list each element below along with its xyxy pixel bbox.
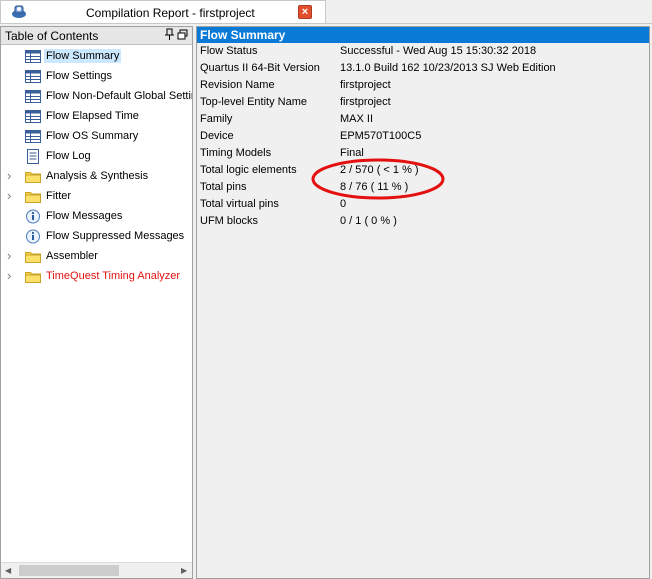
table-row: Quartus II 64-Bit Version 13.1.0 Build 16… [197, 61, 649, 78]
table-row: Revision Name firstproject [197, 78, 649, 95]
table-row: Flow Status Successful - Wed Aug 15 15:30… [197, 44, 649, 61]
row-value: 13.1.0 Build 162 10/23/2013 SJ Web Editi… [340, 62, 556, 74]
row-key: Total pins [200, 181, 247, 193]
table-icon [25, 89, 41, 104]
toc-item[interactable]: Flow OS Summary [1, 127, 192, 147]
row-key: Top-level Entity Name [200, 96, 307, 108]
chevron-right-icon[interactable]: › [7, 269, 15, 282]
report-header: Flow Summary [197, 27, 649, 43]
toc-item-label: Flow Elapsed Time [46, 110, 139, 122]
toc-item[interactable]: Flow Log [1, 147, 192, 167]
toc-item-label: Flow Settings [46, 70, 113, 82]
tab-title: Compilation Report - firstproject [86, 6, 255, 20]
toc-item[interactable]: › Fitter [1, 187, 192, 207]
toc-item-label: Assembler [46, 250, 98, 262]
row-key: Quartus II 64-Bit Version [200, 62, 320, 74]
toc-item-label: Flow Non-Default Global Settings [46, 90, 193, 102]
row-key: Total virtual pins [200, 198, 279, 210]
table-row: UFM blocks 0 / 1 ( 0 % ) [197, 214, 649, 231]
toc-item[interactable]: › Assembler [1, 247, 192, 267]
toc-item[interactable]: Flow Non-Default Global Settings [1, 87, 192, 107]
folder-icon [25, 269, 41, 284]
chevron-right-icon[interactable]: › [7, 169, 15, 182]
row-value: Successful - Wed Aug 15 15:30:32 2018 [340, 45, 537, 57]
chevron-right-icon[interactable]: › [7, 189, 15, 202]
divider [0, 23, 652, 24]
compilation-report-tab[interactable]: Compilation Report - firstproject × [0, 0, 326, 23]
row-value: 0 / 1 ( 0 % ) [340, 215, 397, 227]
row-key: Device [200, 130, 234, 142]
report-title: Flow Summary [200, 28, 286, 42]
info-icon [25, 229, 41, 244]
row-key: Flow Status [200, 45, 258, 57]
chevron-right-icon[interactable]: › [7, 249, 15, 262]
toc-item-label: Flow Summary [44, 49, 122, 63]
table-icon [25, 49, 41, 64]
row-value: firstproject [340, 79, 391, 91]
row-key: Timing Models [200, 147, 272, 159]
flow-summary-panel: Flow Summary Flow Status Successful - Wed… [196, 26, 650, 579]
row-key: Family [200, 113, 233, 125]
close-icon[interactable]: × [298, 5, 312, 19]
toc-title: Table of Contents [5, 29, 99, 43]
table-row: Family MAX II [197, 112, 649, 129]
table-icon [25, 69, 41, 84]
toc-item-label: Flow Suppressed Messages [46, 230, 185, 242]
table-of-contents-panel: Table of Contents Flow Summary Flow Setti… [0, 26, 193, 579]
toc-item[interactable]: › Analysis & Synthesis [1, 167, 192, 187]
table-icon [25, 129, 41, 144]
row-value: EPM570T100C5 [340, 130, 422, 142]
toc-item[interactable]: Flow Elapsed Time [1, 107, 192, 127]
tab-bar: Compilation Report - firstproject × [0, 0, 652, 24]
toc-item-label: Flow Messages [46, 210, 123, 222]
row-key: Total logic elements [200, 164, 297, 176]
pin-icon[interactable] [164, 28, 176, 42]
log-icon [25, 149, 41, 164]
table-row: Device EPM570T100C5 [197, 129, 649, 146]
toc-item-label: Flow OS Summary [46, 130, 139, 142]
red-annotation-ellipse [311, 158, 445, 200]
toc-item-label: Flow Log [46, 150, 91, 162]
toc-item[interactable]: Flow Summary [1, 47, 192, 67]
folder-icon [25, 189, 41, 204]
toc-item[interactable]: Flow Settings [1, 67, 192, 87]
toc-header: Table of Contents [1, 27, 192, 45]
float-window-icon[interactable] [177, 28, 189, 42]
toc-item[interactable]: Flow Suppressed Messages [1, 227, 192, 247]
table-icon [25, 109, 41, 124]
scrollbar-thumb[interactable] [19, 565, 119, 576]
toc-item[interactable]: › TimeQuest Timing Analyzer [1, 267, 192, 287]
row-value: MAX II [340, 113, 374, 125]
toc-item-label: Analysis & Synthesis [46, 170, 149, 182]
table-row: Top-level Entity Name firstproject [197, 95, 649, 112]
scroll-left-icon[interactable]: ◀ [5, 566, 11, 575]
toc-item-label: TimeQuest Timing Analyzer [46, 270, 181, 282]
report-icon [10, 4, 28, 20]
folder-icon [25, 169, 41, 184]
toc-item[interactable]: Flow Messages [1, 207, 192, 227]
row-key: UFM blocks [200, 215, 259, 227]
scroll-right-icon[interactable]: ▶ [181, 566, 187, 575]
horizontal-scrollbar[interactable]: ◀ ▶ [1, 562, 192, 578]
row-value: firstproject [340, 96, 391, 108]
info-icon [25, 209, 41, 224]
folder-icon [25, 249, 41, 264]
row-key: Revision Name [200, 79, 275, 91]
toc-item-label: Fitter [46, 190, 72, 202]
